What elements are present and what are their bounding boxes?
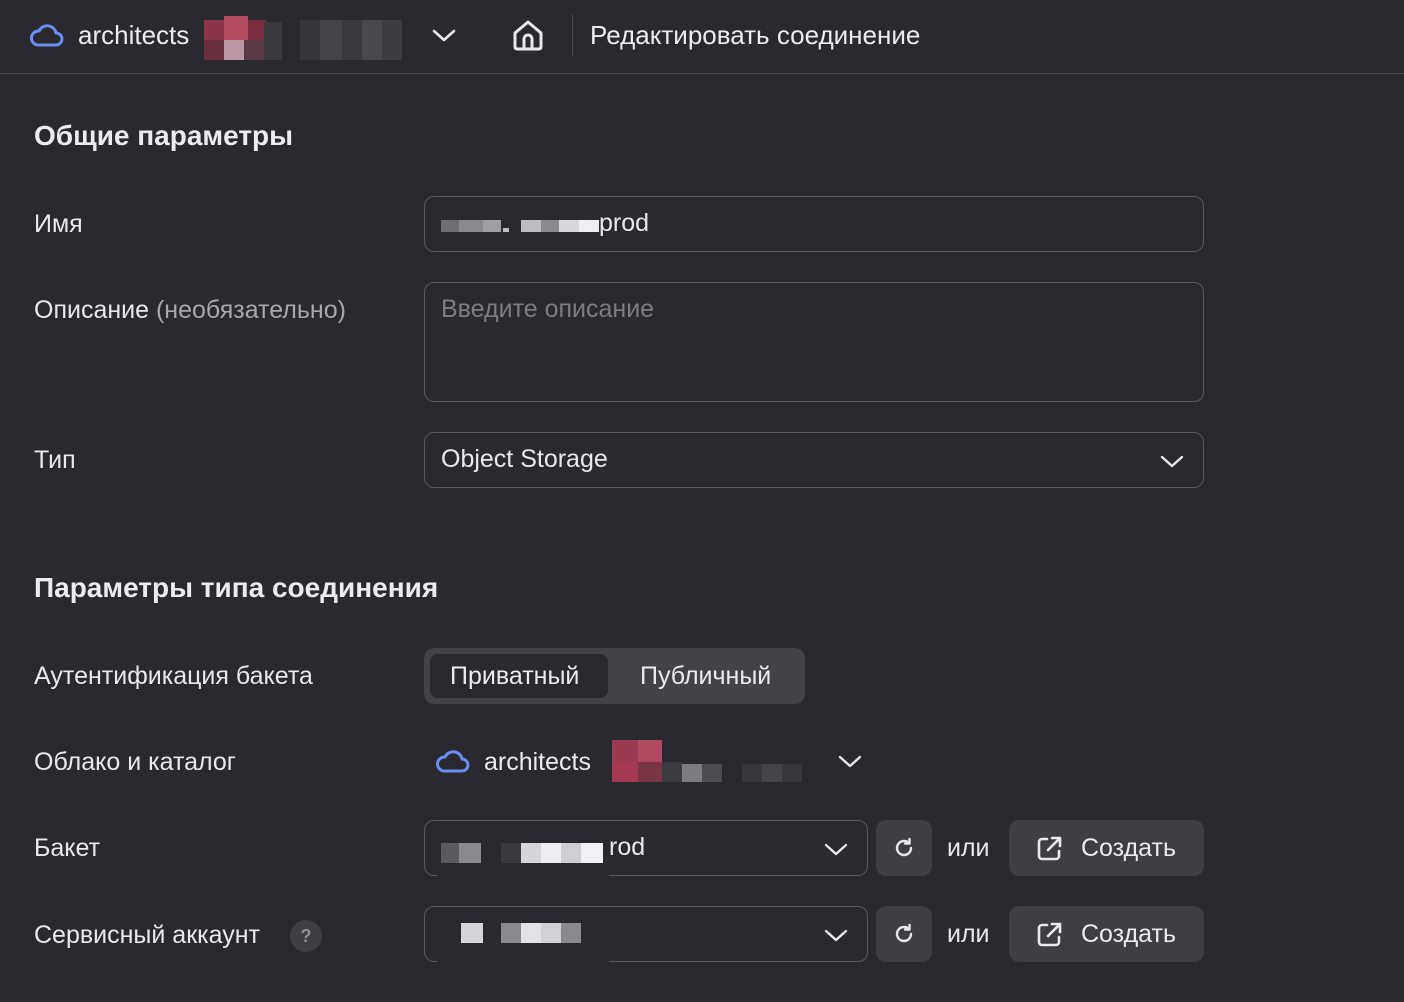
description-optional-hint: (необязательно) bbox=[155, 296, 346, 324]
create-bucket-label: Создать bbox=[1081, 834, 1177, 862]
chevron-down-icon bbox=[824, 843, 848, 856]
or-text: или bbox=[947, 834, 990, 862]
name-input[interactable]: prod bbox=[424, 196, 1204, 252]
cloud-folder-name[interactable]: architects bbox=[484, 747, 591, 777]
external-link-icon bbox=[1037, 922, 1062, 947]
or-text: или bbox=[947, 920, 990, 948]
chevron-down-icon bbox=[1160, 455, 1184, 468]
home-icon[interactable] bbox=[511, 18, 545, 52]
type-label: Тип bbox=[34, 446, 76, 474]
redaction-mask bbox=[437, 958, 609, 966]
page-title: Редактировать соединение bbox=[590, 20, 921, 50]
cloud-icon bbox=[436, 750, 470, 773]
redacted-bucket-prefix bbox=[441, 843, 611, 863]
section-title-general: Общие параметры bbox=[34, 120, 294, 151]
description-placeholder: Введите описание bbox=[441, 295, 655, 323]
type-select[interactable]: Object Storage bbox=[424, 432, 1204, 488]
refresh-service-account-button[interactable] bbox=[876, 906, 932, 962]
description-label: Описание (необязательно) bbox=[34, 295, 346, 325]
chevron-down-icon[interactable] bbox=[432, 26, 456, 44]
name-value: prod bbox=[599, 209, 650, 237]
auth-segmented-control: Приватный Публичный bbox=[424, 648, 805, 704]
service-account-label: Сервисный аккаунт bbox=[34, 921, 261, 949]
create-service-account-label: Создать bbox=[1081, 920, 1177, 948]
chevron-down-icon[interactable] bbox=[838, 752, 862, 770]
refresh-icon bbox=[895, 923, 913, 943]
create-service-account-button[interactable]: Создать bbox=[1009, 906, 1204, 962]
bucket-label: Бакет bbox=[34, 834, 101, 862]
auth-option-private-label[interactable]: Приватный bbox=[450, 661, 579, 691]
redacted-service-account bbox=[461, 923, 585, 945]
cloud-name[interactable]: architects bbox=[78, 20, 189, 50]
redacted-name-prefix bbox=[441, 218, 601, 232]
help-icon[interactable]: ? bbox=[290, 920, 322, 952]
bucket-value: rod bbox=[609, 833, 646, 861]
cloud-folder-label: Облако и каталог bbox=[34, 748, 236, 776]
auth-label: Аутентификация бакета bbox=[34, 662, 313, 690]
service-account-select[interactable] bbox=[424, 906, 868, 962]
chevron-down-icon bbox=[824, 929, 848, 942]
type-value: Object Storage bbox=[441, 445, 608, 473]
breadcrumb-divider bbox=[572, 14, 573, 56]
auth-option-public-label[interactable]: Публичный bbox=[640, 661, 771, 691]
external-link-icon bbox=[1037, 836, 1062, 861]
create-bucket-button[interactable]: Создать bbox=[1009, 820, 1204, 876]
description-textarea[interactable]: Введите описание bbox=[424, 282, 1204, 402]
name-label: Имя bbox=[34, 210, 83, 238]
section-title-connection: Параметры типа соединения bbox=[34, 572, 439, 603]
redacted-folder-name bbox=[204, 16, 404, 62]
redaction-mask bbox=[437, 872, 609, 880]
refresh-icon bbox=[895, 837, 913, 857]
refresh-bucket-button[interactable] bbox=[876, 820, 932, 876]
cloud-icon bbox=[30, 24, 64, 47]
redacted-folder-name bbox=[612, 740, 812, 784]
bucket-select[interactable]: rod bbox=[424, 820, 868, 876]
description-label-text: Описание bbox=[34, 296, 150, 324]
top-bar: architects Редактировать соединение bbox=[0, 0, 1404, 74]
